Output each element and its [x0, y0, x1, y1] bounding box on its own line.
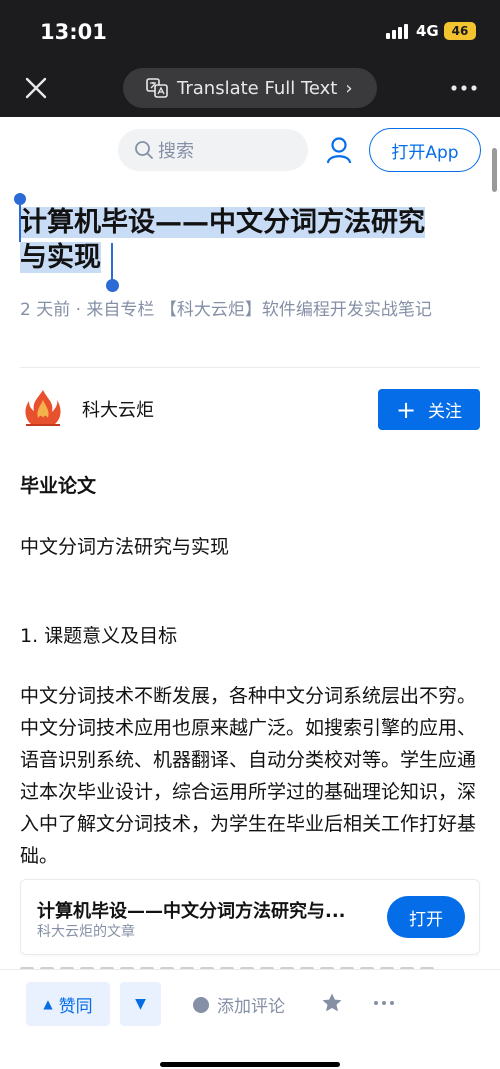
- title-line-1: 计算机毕设——中文分词方法研究: [20, 207, 425, 238]
- card-title: 计算机毕设——中文分词方法研究与...: [37, 901, 346, 922]
- selection-handle-end[interactable]: [106, 279, 119, 292]
- bottom-toolbar: ▲ 赞同 ▼ 添加评论: [0, 969, 500, 1069]
- home-indicator[interactable]: [160, 1062, 340, 1067]
- article-meta[interactable]: 2 天前 · 来自专栏 【科大云炬】软件编程开发实战笔记: [20, 299, 480, 321]
- search-icon: [135, 141, 153, 159]
- selection-handle-start[interactable]: [14, 193, 26, 205]
- upvote-icon: ▲: [43, 997, 53, 1011]
- chevron-right-icon: ›: [345, 77, 353, 99]
- star-icon[interactable]: [321, 992, 343, 1014]
- body-section-1: 1. 课题意义及目标: [20, 625, 178, 647]
- browser-top-bar: 13:01 4G 46 Translate Full Text ›: [0, 0, 500, 117]
- battery-icon: 46: [444, 22, 476, 40]
- body-subtitle: 中文分词方法研究与实现: [20, 536, 230, 558]
- selection-bar-end: [111, 243, 113, 283]
- downvote-icon: ▼: [135, 996, 146, 1012]
- card-open-button[interactable]: 打开: [387, 896, 465, 938]
- follow-label: 关注: [428, 402, 463, 422]
- add-comment-button[interactable]: 添加评论: [193, 992, 285, 1017]
- downvote-button[interactable]: ▼: [120, 982, 161, 1026]
- site-header: 搜索 打开App: [0, 117, 500, 185]
- selection-bar-start: [19, 200, 21, 242]
- body-paragraph-1: 中文分词技术不断发展，各种中文分词系统层出不穷。中文分词技术应用也原来越广泛。如…: [20, 685, 477, 867]
- translate-label: Translate Full Text: [177, 77, 338, 99]
- scrollbar[interactable]: [492, 148, 497, 192]
- author-name[interactable]: 科大云炬: [82, 396, 154, 422]
- follow-button[interactable]: + 关注: [378, 389, 480, 430]
- open-app-button[interactable]: 打开App: [369, 128, 481, 172]
- body-heading: 毕业论文: [20, 475, 97, 497]
- article-title: 计算机毕设——中文分词方法研究 与实现: [20, 205, 480, 275]
- user-icon[interactable]: [324, 135, 354, 165]
- author-avatar-flame-icon[interactable]: [22, 388, 64, 428]
- comment-label: 添加评论: [217, 997, 285, 1017]
- article-link-card[interactable]: 计算机毕设——中文分词方法研究与... 科大云炬的文章 打开: [20, 879, 480, 955]
- status-time: 13:01: [40, 20, 107, 44]
- search-input[interactable]: 搜索: [118, 129, 308, 171]
- divider: [20, 367, 480, 368]
- title-line-2: 与实现: [20, 242, 101, 273]
- more-icon[interactable]: [373, 1000, 395, 1006]
- plus-icon: +: [395, 395, 417, 424]
- signal-icon: [386, 23, 410, 39]
- translate-icon: [146, 78, 168, 98]
- card-subtitle: 科大云炬的文章: [37, 924, 135, 940]
- upvote-button[interactable]: ▲ 赞同: [26, 982, 110, 1026]
- search-placeholder: 搜索: [158, 141, 194, 162]
- comment-icon: [193, 996, 209, 1013]
- close-icon[interactable]: [22, 74, 50, 102]
- upvote-label: 赞同: [58, 996, 93, 1017]
- translate-full-text-button[interactable]: Translate Full Text ›: [123, 68, 377, 108]
- network-type: 4G: [416, 22, 439, 40]
- more-options-icon[interactable]: [450, 78, 478, 98]
